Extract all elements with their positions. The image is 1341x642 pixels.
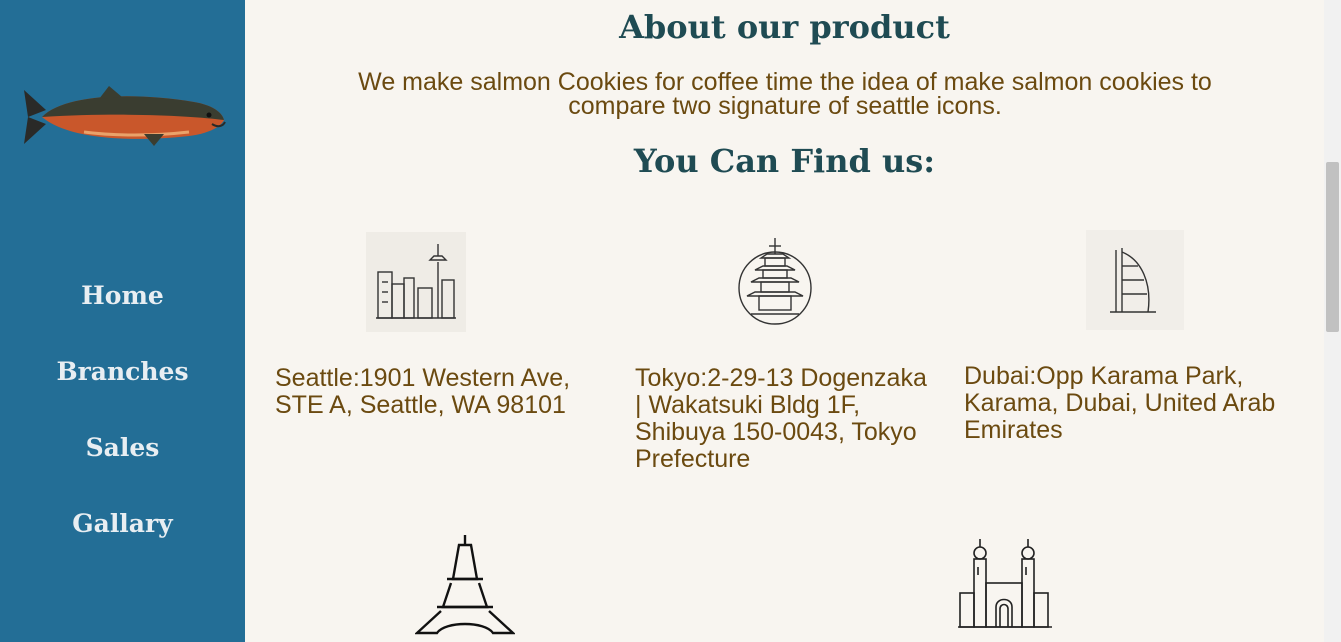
seattle-skyline-icon	[366, 232, 466, 332]
nav-home[interactable]: Home	[0, 270, 245, 346]
paris-eiffel-tower-icon	[415, 535, 515, 635]
seattle-address: Seattle:1901 Western Ave, STE A, Seattle…	[275, 364, 571, 419]
scrollbar-thumb[interactable]	[1326, 162, 1339, 332]
main-content: About our product We make salmon Cookies…	[245, 0, 1324, 642]
nav-branches[interactable]: Branches	[0, 346, 245, 422]
tokyo-pagoda-icon	[738, 238, 812, 325]
nav-gallary[interactable]: Gallary	[0, 498, 245, 574]
main-nav: Home Branches Sales Gallary	[0, 270, 245, 574]
page-scrollbar[interactable]	[1324, 0, 1341, 642]
nav-sales[interactable]: Sales	[0, 422, 245, 498]
salmon-fish-icon	[24, 86, 226, 146]
mosque-building-icon	[958, 539, 1052, 628]
tokyo-address: Tokyo:2-29-13 Dogenzaka | Wakatsuki Bldg…	[635, 364, 927, 473]
sidebar: Home Branches Sales Gallary	[0, 0, 245, 642]
about-title: About our product	[619, 8, 950, 46]
dubai-address: Dubai:Opp Karama Park, Karama, Dubai, Un…	[964, 362, 1276, 444]
find-us-title: You Can Find us:	[633, 142, 936, 180]
dubai-burj-al-arab-icon	[1086, 230, 1184, 330]
about-text: We make salmon Cookies for coffee time t…	[358, 68, 1212, 120]
